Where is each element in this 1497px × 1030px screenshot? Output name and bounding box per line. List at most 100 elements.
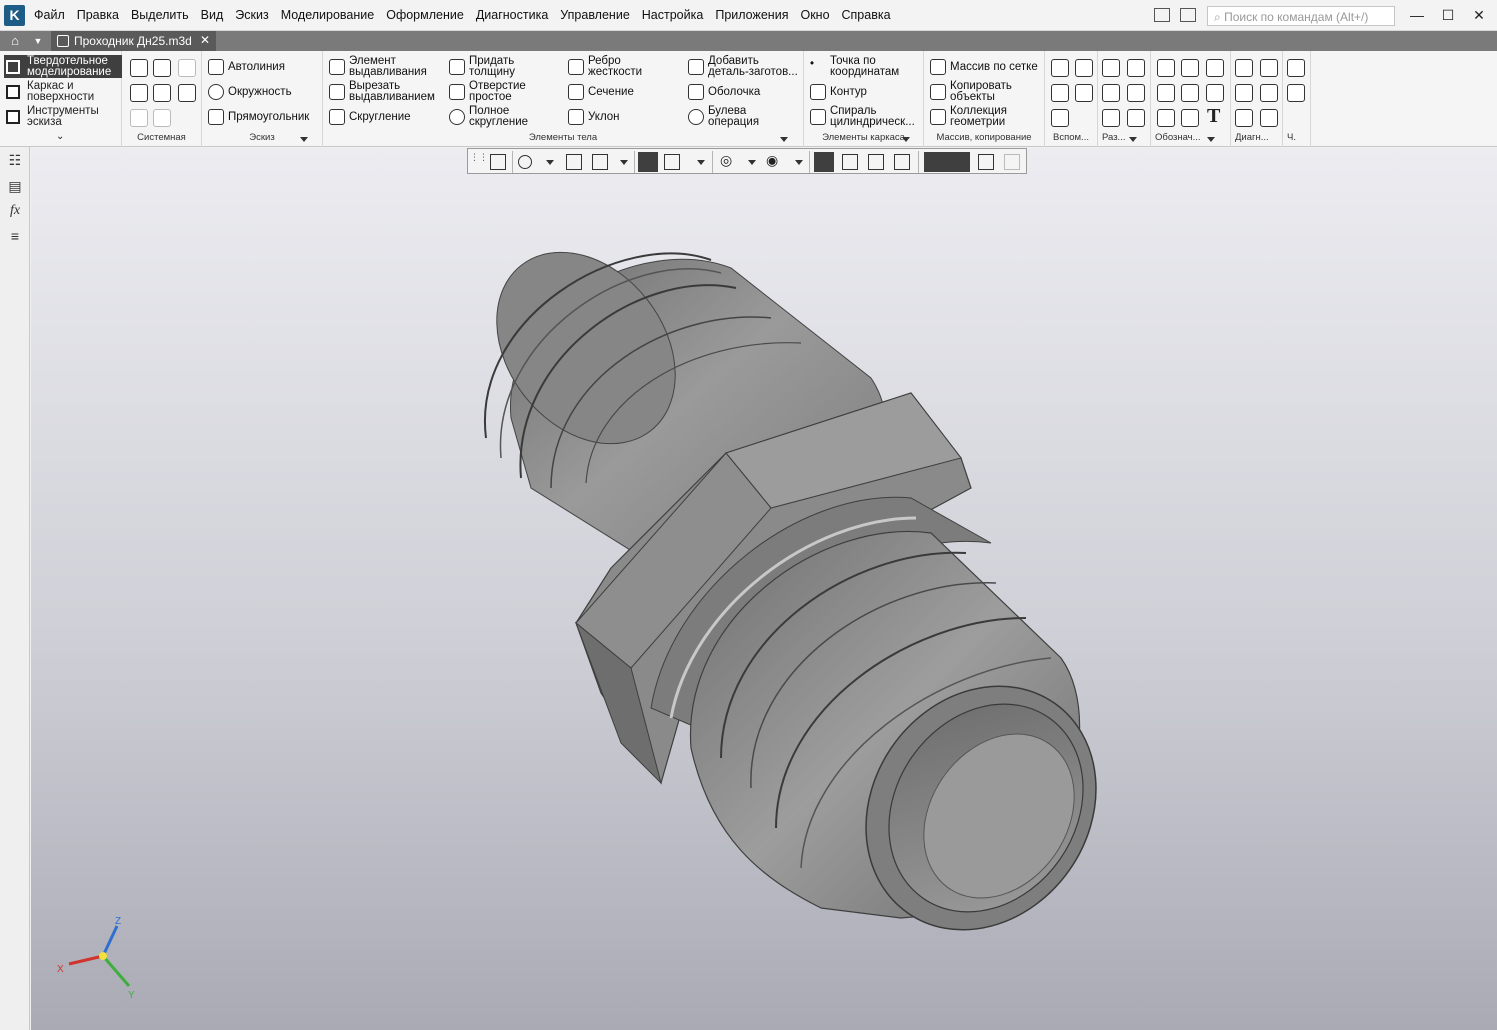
diag-distance-icon[interactable] <box>1235 59 1253 77</box>
dim-radius-icon[interactable] <box>1127 84 1145 102</box>
layers-icon[interactable]: ≡ <box>6 227 24 245</box>
hide-icon[interactable]: ◎ <box>720 152 740 172</box>
chevron-down-icon[interactable]: ▼ <box>30 32 46 50</box>
chevron-down-icon[interactable] <box>780 137 788 142</box>
maximize-button[interactable]: ☐ <box>1437 5 1459 25</box>
diag-mass-icon[interactable] <box>1235 84 1253 102</box>
drawing-view-icon[interactable] <box>1287 59 1305 77</box>
close-tab-icon[interactable]: ✕ <box>200 33 210 47</box>
leader-icon[interactable] <box>1157 84 1175 102</box>
new-document-icon[interactable] <box>130 59 148 77</box>
document-tab[interactable]: Проходник Дн25.m3d ✕ <box>51 31 216 51</box>
model-tree-icon[interactable]: ☷ <box>6 151 24 169</box>
undo-icon[interactable] <box>130 109 148 127</box>
open-folder-icon[interactable] <box>153 59 171 77</box>
aux-plane-icon[interactable] <box>1051 59 1069 77</box>
menu-window[interactable]: Окно <box>800 8 829 22</box>
properties-icon[interactable]: ▤ <box>6 177 24 195</box>
app-logo-icon[interactable]: K <box>4 5 25 26</box>
menu-sketch[interactable]: Эскиз <box>235 8 268 22</box>
snap-icon[interactable] <box>814 152 834 172</box>
centerline-icon[interactable] <box>1181 59 1199 77</box>
exploded-view-icon[interactable] <box>868 154 884 170</box>
mode-wireframe-surfaces[interactable]: Каркас и поверхности <box>4 80 122 103</box>
base-icon[interactable] <box>1206 84 1224 102</box>
chevron-down-icon[interactable] <box>795 160 803 165</box>
layout-window-icon[interactable] <box>1154 8 1170 22</box>
save-all-icon[interactable] <box>178 84 196 102</box>
aux-offset-icon[interactable] <box>1051 84 1069 102</box>
diag-angle-icon[interactable] <box>1260 59 1278 77</box>
dim-diameter-icon[interactable] <box>1102 84 1120 102</box>
menu-view[interactable]: Вид <box>201 8 224 22</box>
command-search-input[interactable]: ⌕ Поиск по командам (Alt+/) <box>1207 6 1395 26</box>
x-axis-line <box>68 954 104 966</box>
menu-drafting[interactable]: Оформление <box>386 8 464 22</box>
filter-icon[interactable] <box>924 152 970 172</box>
settings-window-icon[interactable] <box>1180 8 1196 22</box>
weld-icon[interactable] <box>1181 109 1199 127</box>
redo-icon[interactable] <box>153 109 171 127</box>
zoom-icon[interactable] <box>518 155 532 169</box>
aux-lcs-icon[interactable] <box>1075 84 1093 102</box>
menu-diagnostics[interactable]: Диагностика <box>476 8 548 22</box>
show-icon[interactable]: ◉ <box>766 152 786 172</box>
shaded-view-icon[interactable] <box>638 152 658 172</box>
variables-icon[interactable]: fx <box>6 202 24 220</box>
minimize-button[interactable]: — <box>1406 5 1428 25</box>
wireframe-view-icon[interactable] <box>664 154 680 170</box>
menu-help[interactable]: Справка <box>842 8 891 22</box>
dim-chamfer-icon[interactable] <box>1127 109 1145 127</box>
chevron-down-icon[interactable] <box>697 160 705 165</box>
chevron-down-icon[interactable] <box>300 137 308 142</box>
dim-angular-icon[interactable] <box>1127 59 1145 77</box>
menu-select[interactable]: Выделить <box>131 8 189 22</box>
layers-view-icon[interactable] <box>894 154 910 170</box>
menu-settings[interactable]: Настройка <box>642 8 704 22</box>
text-icon[interactable]: T <box>1207 105 1220 128</box>
thread-icon[interactable] <box>1157 59 1175 77</box>
chevron-down-icon[interactable] <box>1207 137 1215 142</box>
menu-applications[interactable]: Приложения <box>715 8 788 22</box>
aux-line-icon[interactable] <box>1051 109 1069 127</box>
grip-icon[interactable]: ⋮⋮ <box>470 152 490 172</box>
menu-edit[interactable]: Правка <box>77 8 119 22</box>
dim-auto-icon[interactable] <box>1102 109 1120 127</box>
measure-icon[interactable] <box>978 154 994 170</box>
close-button[interactable]: ✕ <box>1468 5 1490 25</box>
home-icon[interactable]: ⌂ <box>4 32 26 50</box>
section-view-icon[interactable] <box>842 154 858 170</box>
expand-modes-icon[interactable]: ⌄ <box>56 131 64 142</box>
preview-icon[interactable] <box>153 84 171 102</box>
pass-through-fitting-model[interactable] <box>31 148 1497 1030</box>
diag-check-icon[interactable] <box>1260 84 1278 102</box>
aux-axis-icon[interactable] <box>1075 59 1093 77</box>
print-icon[interactable] <box>130 84 148 102</box>
chevron-down-icon[interactable] <box>546 160 554 165</box>
orientation-icon[interactable] <box>490 154 506 170</box>
menu-control[interactable]: Управление <box>560 8 630 22</box>
tolerance-icon[interactable] <box>1181 84 1199 102</box>
pick-icon[interactable] <box>1004 154 1020 170</box>
diag-curve-icon[interactable] <box>1235 109 1253 127</box>
dim-linear-icon[interactable] <box>1102 59 1120 77</box>
menu-modeling[interactable]: Моделирование <box>281 8 375 22</box>
button-label: Автолиния <box>228 61 285 73</box>
pan-icon[interactable] <box>566 154 582 170</box>
rotate-icon[interactable] <box>592 154 608 170</box>
menu-file[interactable]: Файл <box>34 8 65 22</box>
chevron-down-icon[interactable] <box>748 160 756 165</box>
mode-sketch-tools[interactable]: Инструменты эскиза <box>4 105 122 128</box>
chevron-down-icon[interactable] <box>1129 137 1137 142</box>
mark-icon[interactable] <box>1157 109 1175 127</box>
save-icon[interactable] <box>178 59 196 77</box>
drawing-sheet-icon[interactable] <box>1287 84 1305 102</box>
mode-solid-modeling[interactable]: Твердотельное моделирование <box>4 55 122 78</box>
diag-deviation-icon[interactable] <box>1260 109 1278 127</box>
roughness-icon[interactable] <box>1206 59 1224 77</box>
boolean-icon <box>688 109 704 125</box>
group-array-copy: Массив по сетке Копировать объекты Коллек… <box>924 51 1045 147</box>
chevron-down-icon[interactable] <box>902 137 910 142</box>
3d-viewport[interactable]: ⋮⋮ ◎ ◉ Z X Y <box>31 148 1497 1030</box>
chevron-down-icon[interactable] <box>620 160 628 165</box>
